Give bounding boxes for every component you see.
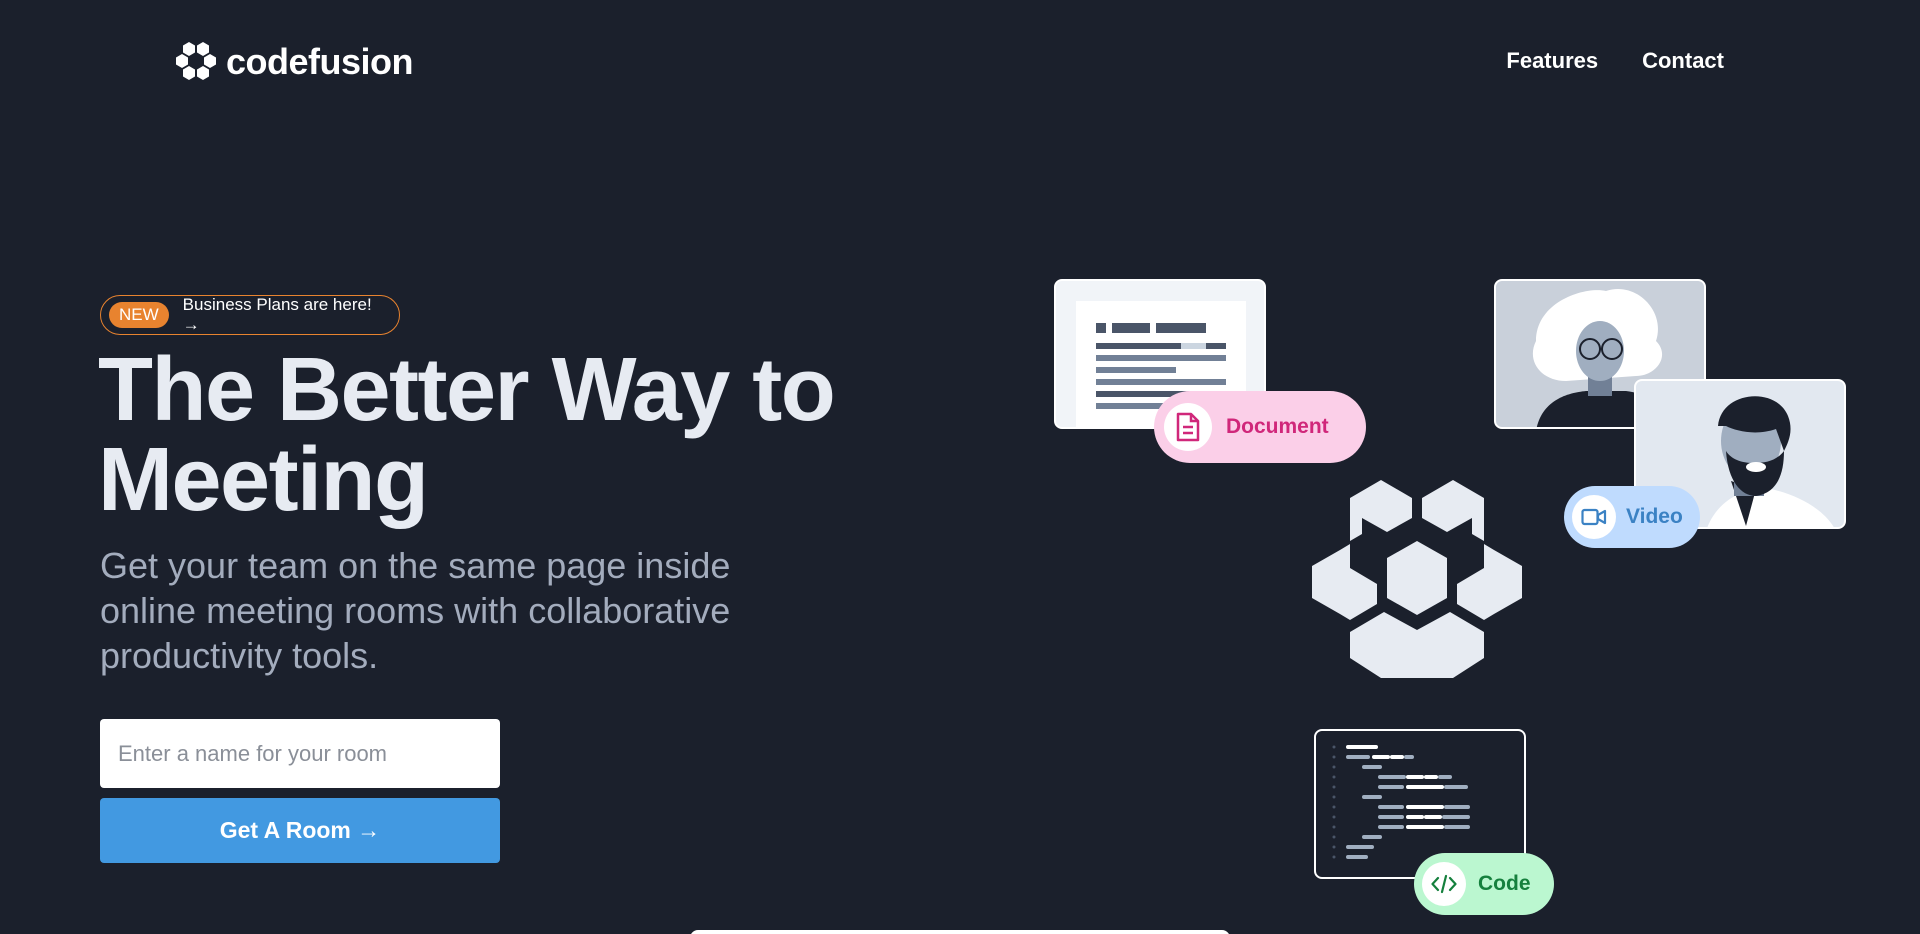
room-name-input[interactable] [100, 719, 500, 788]
code-pill: Code [1414, 853, 1554, 915]
announcement-badge[interactable]: NEW Business Plans are here! → [100, 295, 400, 335]
codefusion-hexagon-icon [1312, 480, 1522, 678]
brand-logo[interactable]: codefusion [174, 40, 414, 84]
document-icon [1164, 403, 1212, 451]
bottom-panel-edge [690, 930, 1230, 934]
nav-contact-link[interactable]: Contact [1642, 48, 1724, 74]
video-pill-label: Video [1626, 505, 1683, 528]
document-pill: Document [1154, 391, 1366, 463]
hexagon-logo-icon [176, 42, 216, 80]
nav-features-link[interactable]: Features [1506, 48, 1598, 74]
hero-title: The Better Way to Meeting [98, 340, 836, 530]
announcement-text: Business Plans are here! → [182, 295, 372, 334]
hero-subtitle: Get your team on the same page inside on… [100, 545, 731, 676]
code-brackets-icon [1422, 862, 1466, 906]
video-pill: Video [1564, 486, 1700, 548]
get-a-room-button[interactable]: Get A Room → [100, 798, 500, 863]
site-header: codefusion Features Contact [0, 0, 1920, 130]
document-pill-label: Document [1226, 415, 1329, 438]
new-tag: NEW [109, 302, 169, 328]
video-camera-icon [1572, 495, 1616, 539]
code-pill-label: Code [1478, 872, 1531, 895]
brand-name: codefusion [226, 41, 414, 82]
main-nav: Features Contact [1506, 48, 1724, 74]
